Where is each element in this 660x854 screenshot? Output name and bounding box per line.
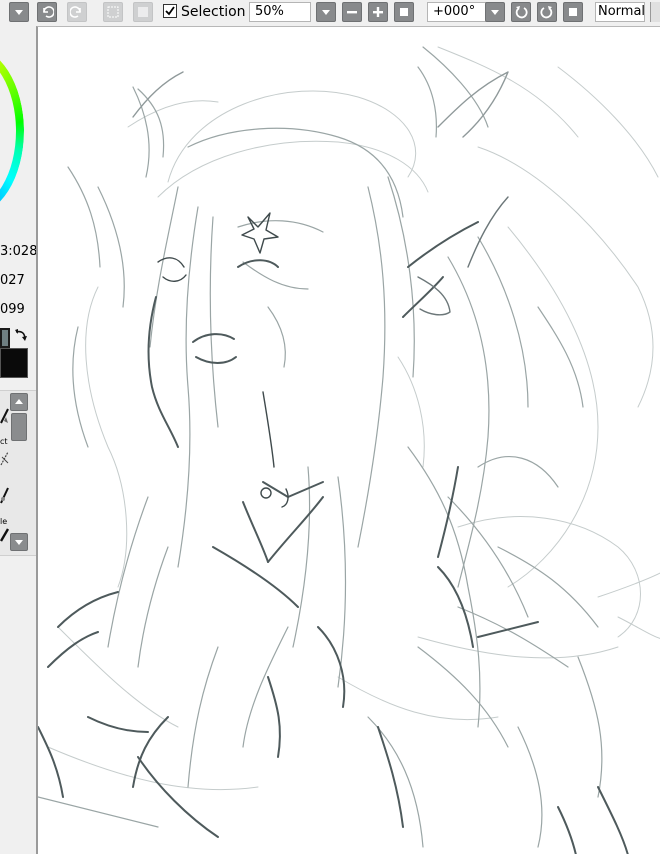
color-panel: 3:028 027 099 ct le: [0, 26, 36, 854]
pencil-tool-icon[interactable]: [0, 405, 10, 425]
color-wheel[interactable]: [0, 46, 24, 216]
zoom-in-button[interactable]: [368, 2, 388, 22]
rotation-reset-button[interactable]: [563, 2, 583, 22]
arrow-up-icon: [15, 399, 23, 404]
zoom-out-button[interactable]: [342, 2, 362, 22]
dropdown-button[interactable]: [9, 2, 29, 22]
redo-icon: [70, 6, 81, 18]
blend-mode-select[interactable]: Normal: [595, 2, 645, 22]
pen-tool-icon[interactable]: [0, 485, 10, 505]
rotation-field[interactable]: +000°: [427, 2, 489, 22]
swap-colors-icon[interactable]: [14, 328, 28, 342]
toolbar: Selection 50% +000° Normal: [0, 0, 660, 26]
rotation-reset-icon: [569, 8, 577, 16]
tool-list: ct le: [0, 390, 36, 556]
coord-readout-2: 027: [0, 273, 25, 288]
redo-button[interactable]: [67, 2, 87, 22]
foreground-color-swatch[interactable]: [0, 328, 10, 348]
undo-button[interactable]: [37, 2, 57, 22]
undo-icon: [43, 6, 54, 18]
selection-checkbox[interactable]: [163, 4, 177, 18]
background-color-swatch[interactable]: [0, 348, 28, 378]
arrow-down-icon: [15, 540, 23, 545]
toolbar-overflow: [650, 2, 660, 22]
rotate-cw-button[interactable]: [537, 2, 557, 22]
brush-tool-icon[interactable]: [0, 449, 10, 469]
rotation-dropdown-icon: [491, 10, 499, 15]
rotate-ccw-icon: [515, 6, 528, 19]
invert-selection-icon: [138, 7, 148, 17]
checkmark-icon: [165, 6, 175, 16]
scroll-thumb[interactable]: [11, 413, 27, 441]
zoom-reset-button[interactable]: [394, 2, 414, 22]
zoom-dropdown-button[interactable]: [316, 2, 336, 22]
deselect-button[interactable]: [103, 2, 123, 22]
rotation-dropdown-button[interactable]: [485, 2, 505, 22]
scroll-up-button[interactable]: [10, 393, 28, 411]
rotate-ccw-button[interactable]: [511, 2, 531, 22]
zoom-reset-icon: [400, 8, 408, 16]
deselect-icon: [107, 6, 119, 18]
drawing-canvas[interactable]: [36, 26, 660, 854]
coord-readout-3: 099: [0, 302, 25, 317]
zoom-dropdown-icon: [322, 10, 330, 15]
selection-label: Selection: [181, 4, 246, 20]
invert-selection-button[interactable]: [133, 2, 153, 22]
zoom-field[interactable]: 50%: [249, 2, 311, 22]
scroll-down-button[interactable]: [10, 533, 28, 551]
tool-label-1: ct: [0, 437, 8, 446]
sketch-artwork: [38, 46, 660, 854]
dropdown-icon: [15, 10, 23, 15]
zoom-out-icon: [347, 11, 357, 14]
marker-tool-icon[interactable]: [0, 525, 10, 545]
rotate-cw-icon: [540, 6, 553, 19]
coord-readout-1: 3:028: [0, 244, 36, 259]
zoom-in-icon: [373, 7, 383, 17]
